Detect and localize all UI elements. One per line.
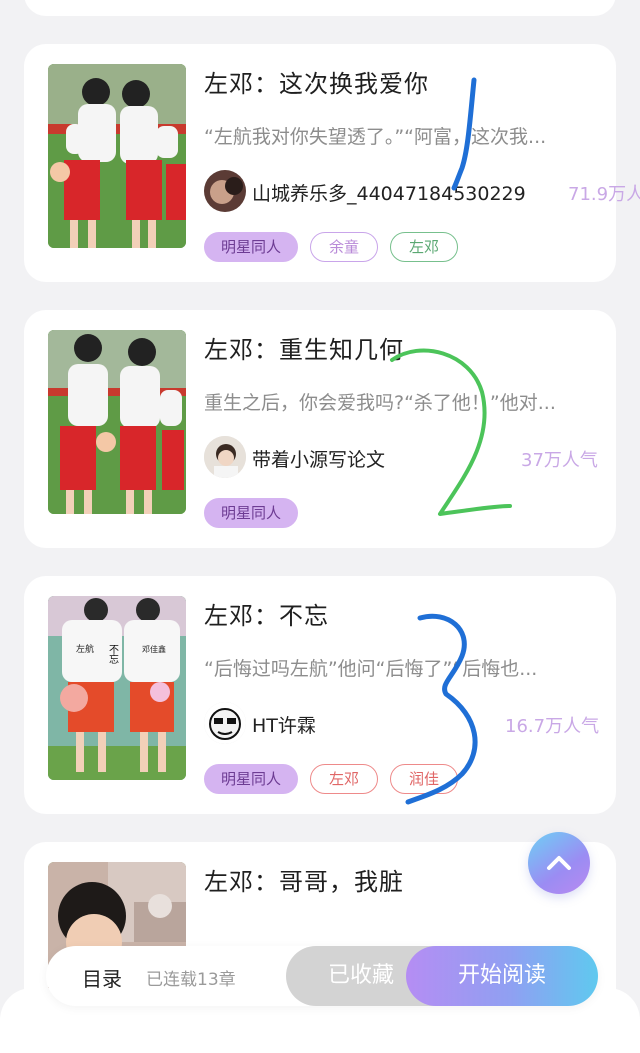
scroll-top-button[interactable]: [528, 832, 590, 894]
popularity-count: 16.7万人气: [505, 716, 600, 737]
cover-text: 左航: [76, 643, 94, 655]
tag[interactable]: 左邓: [390, 232, 459, 262]
popularity-count: 37万人气: [521, 450, 598, 471]
book-title[interactable]: 左邓：哥哥，我脏: [204, 862, 404, 897]
chevron-up-icon: [547, 856, 571, 870]
book-excerpt: “左航我对你失望透了。”“阿富，这次我...: [204, 126, 547, 148]
book-title[interactable]: 左邓：这次换我爱你: [204, 64, 429, 99]
book-title[interactable]: 左邓：不忘: [204, 596, 329, 631]
previous-card-tail: [24, 0, 616, 16]
author-avatar: [204, 702, 246, 744]
tag-list: 明星同人 余童 左邓: [204, 232, 459, 262]
tag[interactable]: 明星同人: [204, 764, 299, 794]
author-row: HT许霖 16.7万人气: [204, 702, 616, 746]
book-cover-1: [48, 64, 186, 248]
tag-list: 明星同人: [204, 498, 299, 528]
book-excerpt: “后悔过吗左航”他问“后悔了”“后悔也...: [204, 658, 538, 680]
book-title[interactable]: 左邓：重生知几何: [204, 330, 404, 365]
book-card-3[interactable]: 左航 邓佳鑫 不忘 左邓：不忘 “后悔过吗左航”他问“后悔了”“后悔也... H…: [24, 576, 616, 814]
author-name: HT许霖: [252, 715, 316, 737]
tag[interactable]: 明星同人: [204, 232, 299, 262]
cover-text: 邓佳鑫: [142, 644, 166, 654]
tag-list: 明星同人 左邓 润佳: [204, 764, 459, 794]
tag[interactable]: 左邓: [310, 764, 379, 794]
book-excerpt: 重生之后，你会爱我吗?“杀了他！”他对...: [204, 392, 556, 414]
author-name: 山城养乐多_44047184530229: [252, 183, 526, 205]
book-cover-2: [48, 330, 186, 514]
bottom-action-bar: 目录 已连载13章 已收藏 开始阅读: [46, 946, 598, 1006]
book-cover-3: 左航 邓佳鑫 不忘: [48, 596, 186, 780]
cover-text: 不忘: [107, 644, 119, 664]
book-card-2[interactable]: 左邓：重生知几何 重生之后，你会爱我吗?“杀了他！”他对... 带着小源写论文 …: [24, 310, 616, 548]
tag[interactable]: 余童: [310, 232, 379, 262]
book-card-1[interactable]: 左邓：这次换我爱你 “左航我对你失望透了。”“阿富，这次我... 山城养乐多_4…: [24, 44, 640, 282]
tag[interactable]: 润佳: [390, 764, 459, 794]
toc-button[interactable]: 目录: [82, 963, 122, 992]
serial-status: 已连载13章: [146, 970, 236, 990]
author-row: 山城养乐多_44047184530229 71.9万人气: [204, 170, 640, 214]
author-avatar: [204, 170, 246, 212]
author-row: 带着小源写论文 37万人气: [204, 436, 616, 480]
popularity-count: 71.9万人气: [568, 184, 640, 205]
start-reading-button[interactable]: 开始阅读: [406, 946, 598, 1006]
author-avatar: [204, 436, 246, 478]
tag[interactable]: 明星同人: [204, 498, 299, 528]
author-name: 带着小源写论文: [252, 449, 386, 471]
